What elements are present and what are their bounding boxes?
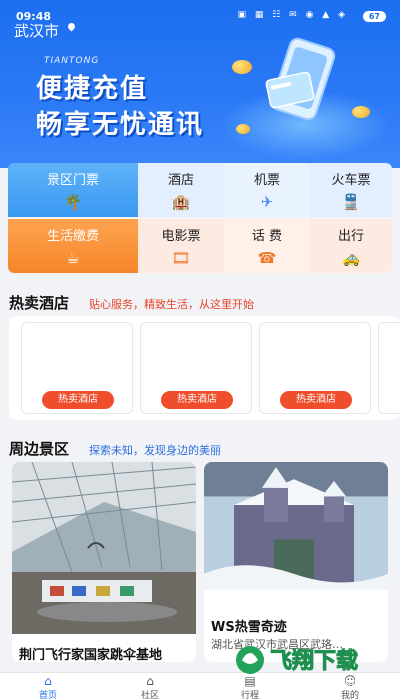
hotel-card[interactable]: 热卖酒店: [259, 322, 371, 414]
nav-label: 我的: [340, 691, 359, 700]
palm-tree-icon: 🌴: [63, 193, 83, 211]
home-icon: ⌂: [44, 674, 52, 688]
hotel-card[interactable]: 热卖酒店: [21, 322, 133, 414]
top-banner[interactable]: 09:48 ▣ ▦ ☷ ✉ ◉ ▲ ◈ 67 武汉市 TIANTONG 便捷充值…: [0, 0, 400, 168]
nav-home[interactable]: ⌂ 首页: [18, 673, 78, 700]
location-pin-icon[interactable]: [66, 21, 77, 32]
scenic-name: 荆门飞行家国家跳伞基地: [19, 648, 163, 662]
nav-community[interactable]: ⌂ 社区: [120, 673, 180, 700]
phone-card-illustration-icon: [265, 37, 336, 121]
hotel-card-partial[interactable]: [378, 322, 400, 414]
category-movie[interactable]: 电影票 🎞: [138, 219, 224, 273]
hotel-icon: 🏨: [171, 193, 191, 211]
train-icon: 🚆: [341, 193, 361, 211]
coin-icon: [232, 60, 252, 74]
watermark-domain: www.FXXZ.com: [280, 678, 358, 689]
hot-hotel-button[interactable]: 热卖酒店: [280, 391, 352, 409]
scenic-name: WS热雪奇迹: [211, 620, 287, 635]
banner-slogan-line2: 畅享无忧通讯: [36, 110, 205, 140]
taxi-icon: 🚕: [341, 249, 361, 267]
category-utility-payment[interactable]: 生活缴费 ☕: [8, 219, 138, 273]
scenic-card[interactable]: WS热雪奇迹 湖北省武汉市武昌区武珞…: [204, 462, 388, 662]
airplane-icon: ✈: [260, 193, 274, 211]
category-label: 酒店: [167, 173, 194, 188]
category-scenic-ticket[interactable]: 景区门票 🌴: [8, 163, 138, 217]
scenic-section-subtitle: 探索未知，发现身边的美丽: [89, 444, 221, 457]
city-selector[interactable]: 武汉市: [14, 20, 59, 41]
phone-bill-icon: ☎: [257, 249, 277, 267]
category-hotel[interactable]: 酒店 🏨: [138, 163, 224, 217]
category-label: 机票: [253, 173, 280, 188]
hotel-list: 热卖酒店 热卖酒店 热卖酒店: [9, 316, 400, 420]
cup-icon: ☕: [66, 249, 80, 267]
category-flight[interactable]: 机票 ✈: [224, 163, 310, 217]
coin-icon: [352, 106, 370, 118]
banner-slogan-line1: 便捷充值: [36, 74, 149, 104]
battery-icon: 67: [362, 11, 386, 22]
category-label: 火车票: [331, 173, 371, 188]
nav-label: 社区: [140, 691, 159, 700]
site-watermark: 飞翔下载 www.FXXZ.com: [236, 646, 359, 689]
community-icon: ⌂: [146, 674, 154, 688]
category-label: 话 费: [251, 229, 283, 244]
category-label: 出行: [337, 229, 364, 244]
skydiving-base-photo: [12, 462, 196, 634]
nav-label: 行程: [240, 691, 259, 700]
hotel-section-title: 热卖酒店: [9, 294, 70, 312]
hot-hotel-button[interactable]: 热卖酒店: [42, 391, 114, 409]
scenic-section-title: 周边景区: [9, 440, 70, 458]
nav-label: 首页: [38, 691, 57, 700]
status-bar: 09:48 ▣ ▦ ☷ ✉ ◉ ▲ ◈ 67: [0, 0, 400, 23]
coin-icon: [236, 124, 250, 134]
snow-castle-photo: [204, 462, 388, 590]
hotel-section-subtitle: 贴心服务，精致生活，从这里开始: [89, 298, 254, 311]
status-icons: ▣ ▦ ☷ ✉ ◉ ▲ ◈: [237, 10, 348, 20]
category-travel[interactable]: 出行 🚕: [310, 219, 392, 273]
film-reel-icon: 🎞: [171, 249, 191, 267]
category-label: 电影票: [161, 229, 201, 244]
category-train[interactable]: 火车票 🚆: [310, 163, 392, 217]
watermark-title: 飞翔下载: [270, 648, 358, 674]
banner-brand: TIANTONG: [44, 56, 100, 66]
scenic-card[interactable]: 荆门飞行家国家跳伞基地: [12, 462, 196, 662]
category-phone-bill[interactable]: 话 费 ☎: [224, 219, 310, 273]
category-grid: 景区门票 🌴 酒店 🏨 机票 ✈ 火车票 🚆 生活缴费 ☕ 电影票 🎞 话 费 …: [8, 163, 392, 273]
category-label: 景区门票: [46, 173, 99, 188]
hotel-card[interactable]: 热卖酒店: [140, 322, 252, 414]
category-label: 生活缴费: [46, 229, 99, 244]
hot-hotel-button[interactable]: 热卖酒店: [161, 391, 233, 409]
